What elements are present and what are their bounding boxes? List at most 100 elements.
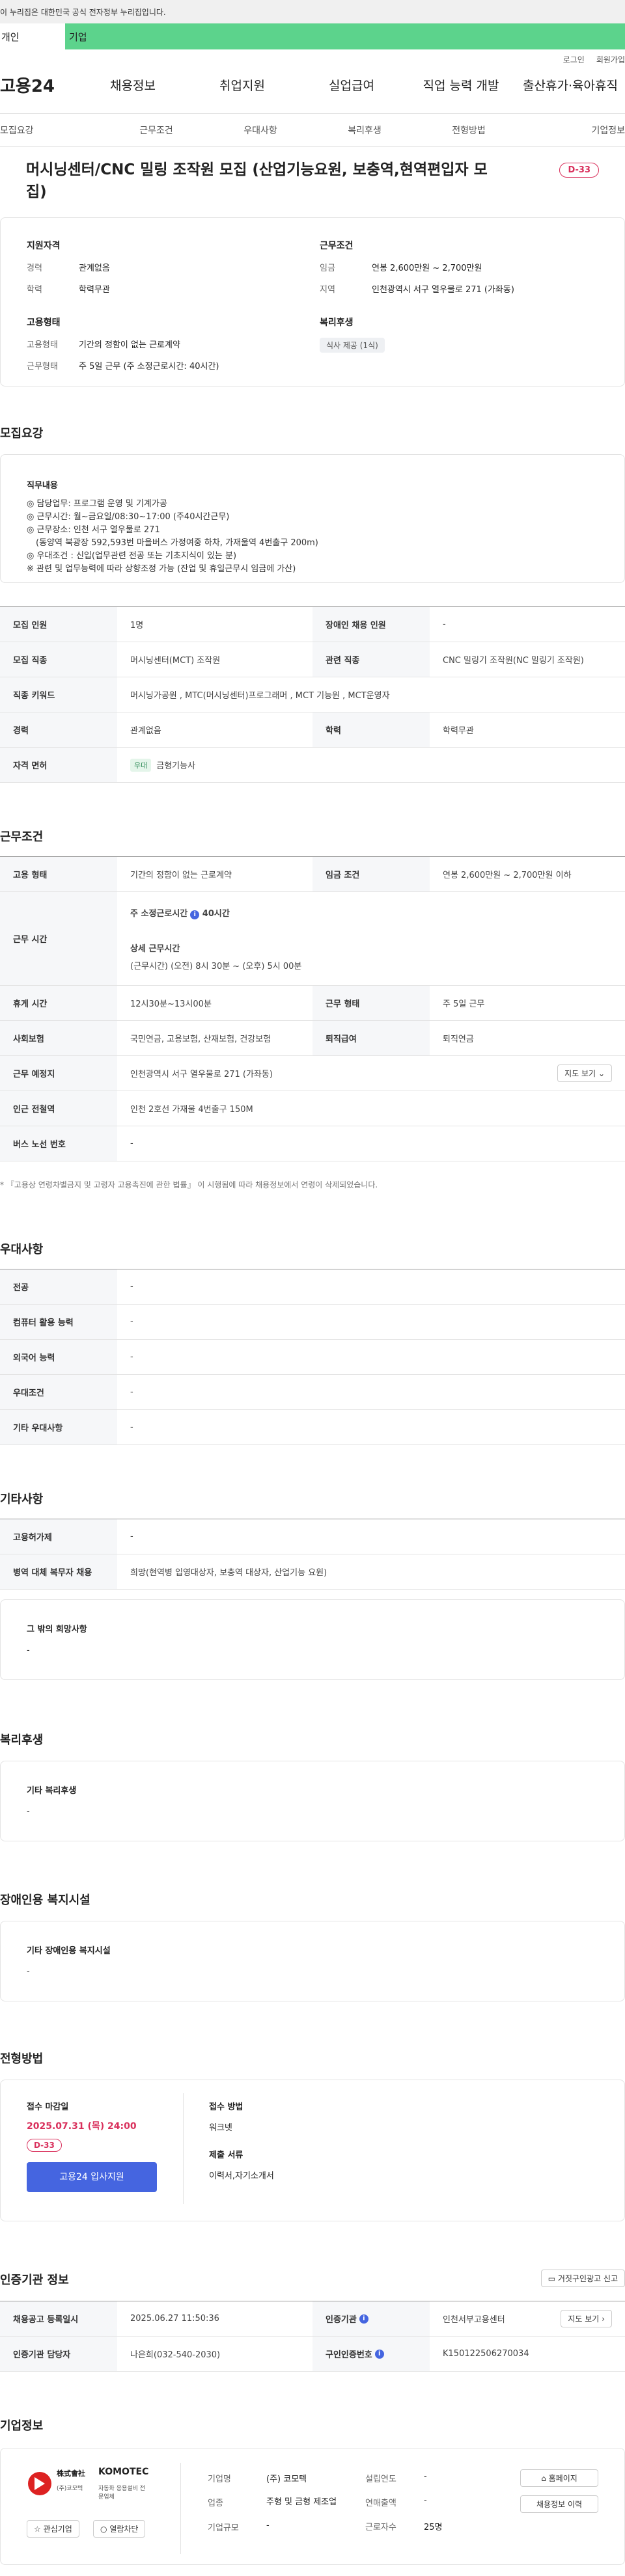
table-head-cell: 임금 조건 bbox=[312, 857, 430, 891]
gnb-item-unemployment[interactable]: 실업급여 bbox=[297, 76, 406, 94]
table-row: 기타 우대사항 - bbox=[0, 1410, 625, 1445]
license-cell: 우대 금형기능사 bbox=[117, 748, 625, 782]
table-cell: 국민연금, 고용보험, 산재보험, 건강보험 bbox=[130, 1035, 271, 1044]
gnb-item-support[interactable]: 취업지원 bbox=[188, 76, 297, 94]
company-field-value: - bbox=[266, 2521, 270, 2530]
site-logo[interactable]: 고용24 bbox=[0, 73, 78, 97]
table-head-cell: 장애인 채용 인원 bbox=[312, 607, 430, 642]
report-button-label: 거짓구인광고 신고 bbox=[557, 2274, 618, 2283]
table-row: 인근 전철역 인천 2호선 가재울 4번출구 150M bbox=[0, 1091, 625, 1126]
section-nav-selection[interactable]: 전형방법 bbox=[417, 124, 521, 137]
summary-value: 주 5일 근무 (주 소정근로시간: 40시간) bbox=[79, 362, 219, 372]
gnb-item-jobs[interactable]: 채용정보 bbox=[78, 76, 188, 94]
circle-icon: ○ bbox=[100, 2525, 107, 2534]
section-nav-recruit[interactable]: 모집요강 bbox=[0, 124, 104, 137]
place-value: 인천광역시 서구 열우물로 271 (가좌동) bbox=[130, 1070, 273, 1079]
table-cell: 2025.06.27 11:50:36 bbox=[130, 2314, 219, 2324]
pref-section-title: 우대사항 bbox=[0, 1243, 44, 1256]
info-icon[interactable]: i bbox=[359, 2314, 368, 2324]
homepage-button[interactable]: ⌂ 홈페이지 bbox=[520, 2469, 598, 2487]
gnb-item-leave[interactable]: 출산휴가·육아휴직 bbox=[516, 76, 625, 94]
table-head-cell: 인근 전철역 bbox=[0, 1091, 117, 1126]
login-link[interactable]: 로그인 bbox=[563, 54, 585, 65]
summary-key: 고용형태 bbox=[27, 340, 58, 350]
table-head-cell: 근무 예정지 bbox=[0, 1056, 117, 1091]
favorite-company-button[interactable]: ☆ 관심기업 bbox=[27, 2520, 79, 2538]
table-head-cell: 버스 노선 번호 bbox=[0, 1126, 117, 1161]
table-row: 고용허가제 - bbox=[0, 1519, 625, 1554]
table-row: 직종 키워드 머시닝가공원 , MTC(머시닝센터)프로그래머 , MCT 기능… bbox=[0, 677, 625, 712]
company-field: 연매출액 - bbox=[365, 2496, 495, 2508]
map-button[interactable]: 지도 보기 ⌄ bbox=[557, 1064, 612, 1082]
company-field: 기업규모 - bbox=[208, 2521, 364, 2533]
section-nav-company[interactable]: 기업정보 bbox=[521, 124, 625, 137]
table-row: 인증기관 담당자 나은희(032-540-2030) 구인인증번호 i K1501… bbox=[0, 2337, 625, 2372]
table-head-cell: 휴게 시간 bbox=[0, 986, 117, 1020]
summary-welfare-head: 복리후생 bbox=[320, 318, 354, 328]
history-button[interactable]: 채용정보 이력 bbox=[520, 2495, 598, 2513]
table-row: 모집 인원 1명 장애인 채용 인원 - bbox=[0, 607, 625, 642]
tab-company[interactable]: 기업 bbox=[65, 23, 625, 49]
section-nav-pref[interactable]: 우대사항 bbox=[208, 124, 312, 137]
section-nav-welfare[interactable]: 복리후생 bbox=[312, 124, 417, 137]
company-field-key: 업종 bbox=[208, 2499, 223, 2508]
duty-head: 직무내용 bbox=[27, 481, 58, 491]
company-field-key: 근로자수 bbox=[365, 2523, 396, 2532]
company-divider bbox=[180, 2463, 181, 2554]
block-view-button[interactable]: ○ 열람차단 bbox=[93, 2520, 146, 2538]
welfare-section-title: 복리후생 bbox=[0, 1733, 44, 1747]
summary-employment: 고용형태 고용형태 기간의 정함이 없는 근로계약 근무형태 주 5일 근무 (주 … bbox=[27, 316, 287, 381]
util-links: 로그인 회원가입 bbox=[0, 49, 625, 69]
table-head-cell: 인증기관 i bbox=[312, 2301, 430, 2336]
work-section-title: 근무조건 bbox=[0, 830, 44, 844]
company-field-key: 기업규모 bbox=[208, 2523, 239, 2533]
hours-weekly-label: 주 소정근로시간 bbox=[130, 908, 188, 919]
table-head-cell: 기타 우대사항 bbox=[0, 1410, 117, 1444]
company-field-key: 연매출액 bbox=[365, 2499, 396, 2508]
company-field-value: - bbox=[424, 2496, 427, 2506]
etc-section-title: 기타사항 bbox=[0, 1493, 44, 1506]
company-field-value: 25명 bbox=[424, 2523, 443, 2532]
duty-line: ※ 관련 및 업무능력에 따라 상향조정 가능 (잔업 및 휴일근무시 임금에 … bbox=[27, 564, 296, 574]
section-nav-work[interactable]: 근무조건 bbox=[104, 124, 208, 137]
table-cell: - bbox=[130, 1532, 133, 1541]
table-head-cell: 퇴직급여 bbox=[312, 1021, 430, 1055]
summary-value: 연봉 2,600만원 ~ 2,700만원 bbox=[372, 264, 482, 273]
company-field-value: (주) 코모텍 bbox=[266, 2474, 307, 2484]
table-head-cell: 외국어 능력 bbox=[0, 1340, 117, 1374]
table-row: 고용 형태 기간의 정함이 없는 근로계약 임금 조건 연봉 2,600만원 ~… bbox=[0, 857, 625, 892]
table-row: 근무 예정지 인천광역시 서구 열우물로 271 (가좌동) 지도 보기 ⌄ bbox=[0, 1056, 625, 1091]
method-head: 접수 방법 bbox=[209, 2102, 243, 2112]
table-head-cell: 병역 대체 복무자 채용 bbox=[0, 1554, 117, 1589]
summary-row: 근무형태 주 5일 근무 (주 소정근로시간: 40시간) bbox=[27, 359, 287, 372]
report-button[interactable]: ▭ 거짓구인광고 신고 bbox=[540, 2270, 625, 2287]
signup-link[interactable]: 회원가입 bbox=[596, 54, 625, 65]
table-head-cell: 모집 인원 bbox=[0, 607, 117, 642]
company-field: 기업명 (주) 코모텍 bbox=[208, 2472, 364, 2484]
table-cell: 기간의 정함이 없는 근로계약 bbox=[130, 871, 232, 880]
duty-lines: ◎ 담당업무: 프로그램 운영 및 기계가공 ◎ 근무시간: 월~금요일/08:… bbox=[27, 498, 318, 576]
table-row: 전공 - bbox=[0, 1269, 625, 1305]
company-field: 업종 주형 및 금형 제조업 bbox=[208, 2496, 364, 2509]
hours-detail-head: 상세 근무시간 bbox=[130, 943, 180, 954]
gnb-item-training[interactable]: 직업 능력 개발 bbox=[406, 76, 516, 94]
summary-key: 경력 bbox=[27, 264, 42, 273]
top-tabs: 개인 기업 bbox=[0, 23, 625, 49]
table-cell: - bbox=[130, 1422, 133, 1432]
summary-cond-head: 근무조건 bbox=[320, 241, 354, 251]
welfare-chip: 식사 제공 (1식) bbox=[320, 338, 385, 353]
table-cell: 퇴직연금 bbox=[443, 1035, 474, 1044]
info-icon[interactable]: i bbox=[374, 2349, 384, 2359]
selection-box: 접수 마감일 2025.07.31 (목) 24:00 D-33 고용24 입사… bbox=[0, 2080, 625, 2221]
tab-person[interactable]: 개인 bbox=[0, 23, 65, 49]
company-logo-ko: 株式會社 bbox=[57, 2469, 85, 2478]
summary-row: 지역 인천광역시 서구 열우물로 271 (가좌동) bbox=[320, 282, 580, 295]
table-row: 모집 직종 머시닝센터(MCT) 조작원 관련 직종 CNC 밀링기 조작원(N… bbox=[0, 642, 625, 677]
summary-key: 근무형태 bbox=[27, 362, 58, 372]
table-cell: - bbox=[130, 1317, 133, 1327]
table-head-cell: 우대조건 bbox=[0, 1375, 117, 1409]
apply-button[interactable]: 고용24 입사지원 bbox=[27, 2162, 157, 2192]
table-row: 우대조건 - bbox=[0, 1375, 625, 1410]
cert-map-button[interactable]: 지도 보기 › bbox=[561, 2310, 612, 2327]
info-icon[interactable]: i bbox=[190, 910, 200, 919]
